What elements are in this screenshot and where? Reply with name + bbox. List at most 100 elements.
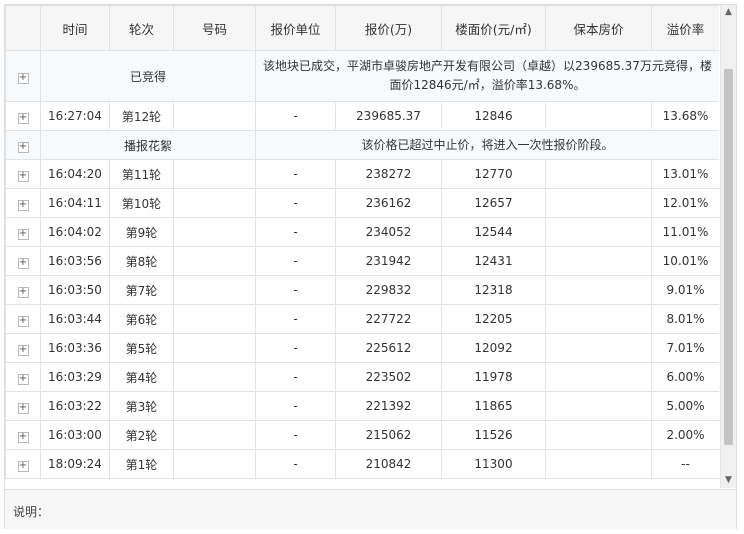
- expand-icon[interactable]: +: [17, 402, 29, 414]
- col-premium-rate[interactable]: 溢价率: [651, 5, 719, 51]
- header-row: 时间 轮次 号码 报价单位 报价(万) 楼面价(元/㎡) 保本房价 溢价率: [5, 5, 719, 51]
- notice-message: 该地块已成交，平湖市卓骏房地产开发有限公司（卓越）以239685.37万元竞得，…: [255, 50, 719, 102]
- cell-premium-rate: 2.00%: [651, 420, 719, 450]
- cell-breakeven-price: [545, 159, 652, 189]
- cell-time: 16:04:11: [40, 188, 110, 218]
- cell-number: [173, 101, 256, 131]
- cell-floor-price: 12318: [441, 275, 546, 305]
- cell-bid-unit: -: [255, 275, 336, 305]
- table-row: + 16:03:44 第6轮 - 227722 12205 8.01%: [5, 304, 719, 334]
- vertical-scrollbar[interactable]: ▲ ▼: [720, 5, 736, 488]
- cell-number: [173, 246, 256, 276]
- expand-icon[interactable]: +: [17, 257, 29, 269]
- notice-label: 播报花絮: [40, 130, 256, 160]
- col-breakeven-price[interactable]: 保本房价: [545, 5, 652, 51]
- cell-bid-unit: -: [255, 304, 336, 334]
- scroll-down-icon[interactable]: ▼: [721, 473, 736, 488]
- expand-icon[interactable]: +: [17, 460, 29, 472]
- expand-icon[interactable]: +: [17, 141, 29, 153]
- col-floor-price[interactable]: 楼面价(元/㎡): [441, 5, 546, 51]
- cell-premium-rate: 11.01%: [651, 217, 719, 247]
- expand-icon[interactable]: +: [17, 315, 29, 327]
- expand-icon[interactable]: +: [17, 199, 29, 211]
- cell-bid-unit: -: [255, 333, 336, 363]
- cell-floor-price: 12846: [441, 101, 546, 131]
- cell-price: 238272: [335, 159, 442, 189]
- bidding-record-panel: 时间 轮次 号码 报价单位 报价(万) 楼面价(元/㎡) 保本房价 溢价率 + …: [4, 4, 737, 529]
- col-price[interactable]: 报价(万): [335, 5, 442, 51]
- notice-row: + 播报花絮 该价格已超过中止价，将进入一次性报价阶段。: [5, 130, 719, 160]
- cell-round: 第5轮: [109, 333, 174, 363]
- cell-number: [173, 275, 256, 305]
- cell-time: 16:03:50: [40, 275, 110, 305]
- col-round[interactable]: 轮次: [109, 5, 174, 51]
- scroll-thumb[interactable]: [724, 69, 733, 445]
- table-body: + 已竞得 该地块已成交，平湖市卓骏房地产开发有限公司（卓越）以239685.3…: [5, 50, 719, 479]
- cell-price: 231942: [335, 246, 442, 276]
- cell-bid-unit: -: [255, 449, 336, 479]
- table-row: + 16:03:56 第8轮 - 231942 12431 10.01%: [5, 246, 719, 276]
- cell-round: 第2轮: [109, 420, 174, 450]
- scroll-up-icon[interactable]: ▲: [721, 5, 736, 20]
- cell-breakeven-price: [545, 391, 652, 421]
- cell-price: 234052: [335, 217, 442, 247]
- cell-bid-unit: -: [255, 362, 336, 392]
- cell-floor-price: 12544: [441, 217, 546, 247]
- cell-breakeven-price: [545, 275, 652, 305]
- cell-breakeven-price: [545, 333, 652, 363]
- expand-icon[interactable]: +: [17, 373, 29, 385]
- cell-floor-price: 12092: [441, 333, 546, 363]
- col-number[interactable]: 号码: [173, 5, 256, 51]
- expand-icon[interactable]: +: [17, 170, 29, 182]
- cell-floor-price: 12770: [441, 159, 546, 189]
- table-row: + 18:09:24 第1轮 - 210842 11300 --: [5, 449, 719, 479]
- table-row: + 16:04:02 第9轮 - 234052 12544 11.01%: [5, 217, 719, 247]
- cell-price: 229832: [335, 275, 442, 305]
- cell-round: 第9轮: [109, 217, 174, 247]
- notice-row: + 已竞得 该地块已成交，平湖市卓骏房地产开发有限公司（卓越）以239685.3…: [5, 50, 719, 102]
- cell-round: 第8轮: [109, 246, 174, 276]
- cell-round: 第6轮: [109, 304, 174, 334]
- expand-icon[interactable]: +: [17, 112, 29, 124]
- cell-time: 16:03:22: [40, 391, 110, 421]
- cell-price: 225612: [335, 333, 442, 363]
- cell-premium-rate: 13.01%: [651, 159, 719, 189]
- cell-price: 227722: [335, 304, 442, 334]
- bidding-record-table: 时间 轮次 号码 报价单位 报价(万) 楼面价(元/㎡) 保本房价 溢价率 + …: [5, 5, 719, 479]
- cell-time: 16:03:00: [40, 420, 110, 450]
- cell-number: [173, 159, 256, 189]
- table-row: + 16:04:20 第11轮 - 238272 12770 13.01%: [5, 159, 719, 189]
- expand-icon[interactable]: +: [17, 72, 29, 84]
- cell-number: [173, 391, 256, 421]
- cell-premium-rate: 13.68%: [651, 101, 719, 131]
- notice-message: 该价格已超过中止价，将进入一次性报价阶段。: [255, 130, 719, 160]
- cell-time: 16:04:20: [40, 159, 110, 189]
- cell-price: 236162: [335, 188, 442, 218]
- expand-icon[interactable]: +: [17, 228, 29, 240]
- expand-icon[interactable]: +: [17, 431, 29, 443]
- cell-breakeven-price: [545, 217, 652, 247]
- cell-floor-price: 12431: [441, 246, 546, 276]
- table-row: + 16:03:36 第5轮 - 225612 12092 7.01%: [5, 333, 719, 363]
- cell-breakeven-price: [545, 101, 652, 131]
- cell-floor-price: 11300: [441, 449, 546, 479]
- col-time[interactable]: 时间: [40, 5, 110, 51]
- cell-breakeven-price: [545, 420, 652, 450]
- cell-bid-unit: -: [255, 101, 336, 131]
- cell-breakeven-price: [545, 188, 652, 218]
- cell-breakeven-price: [545, 304, 652, 334]
- cell-round: 第1轮: [109, 449, 174, 479]
- notice-label: 已竞得: [40, 50, 256, 102]
- cell-breakeven-price: [545, 246, 652, 276]
- cell-number: [173, 449, 256, 479]
- cell-number: [173, 333, 256, 363]
- cell-floor-price: 11526: [441, 420, 546, 450]
- expand-icon[interactable]: +: [17, 344, 29, 356]
- table-row: + 16:03:00 第2轮 - 215062 11526 2.00%: [5, 420, 719, 450]
- cell-price: 239685.37: [335, 101, 442, 131]
- expand-icon[interactable]: +: [17, 286, 29, 298]
- cell-round: 第11轮: [109, 159, 174, 189]
- col-bid-unit[interactable]: 报价单位: [255, 5, 336, 51]
- cell-round: 第12轮: [109, 101, 174, 131]
- cell-time: 16:27:04: [40, 101, 110, 131]
